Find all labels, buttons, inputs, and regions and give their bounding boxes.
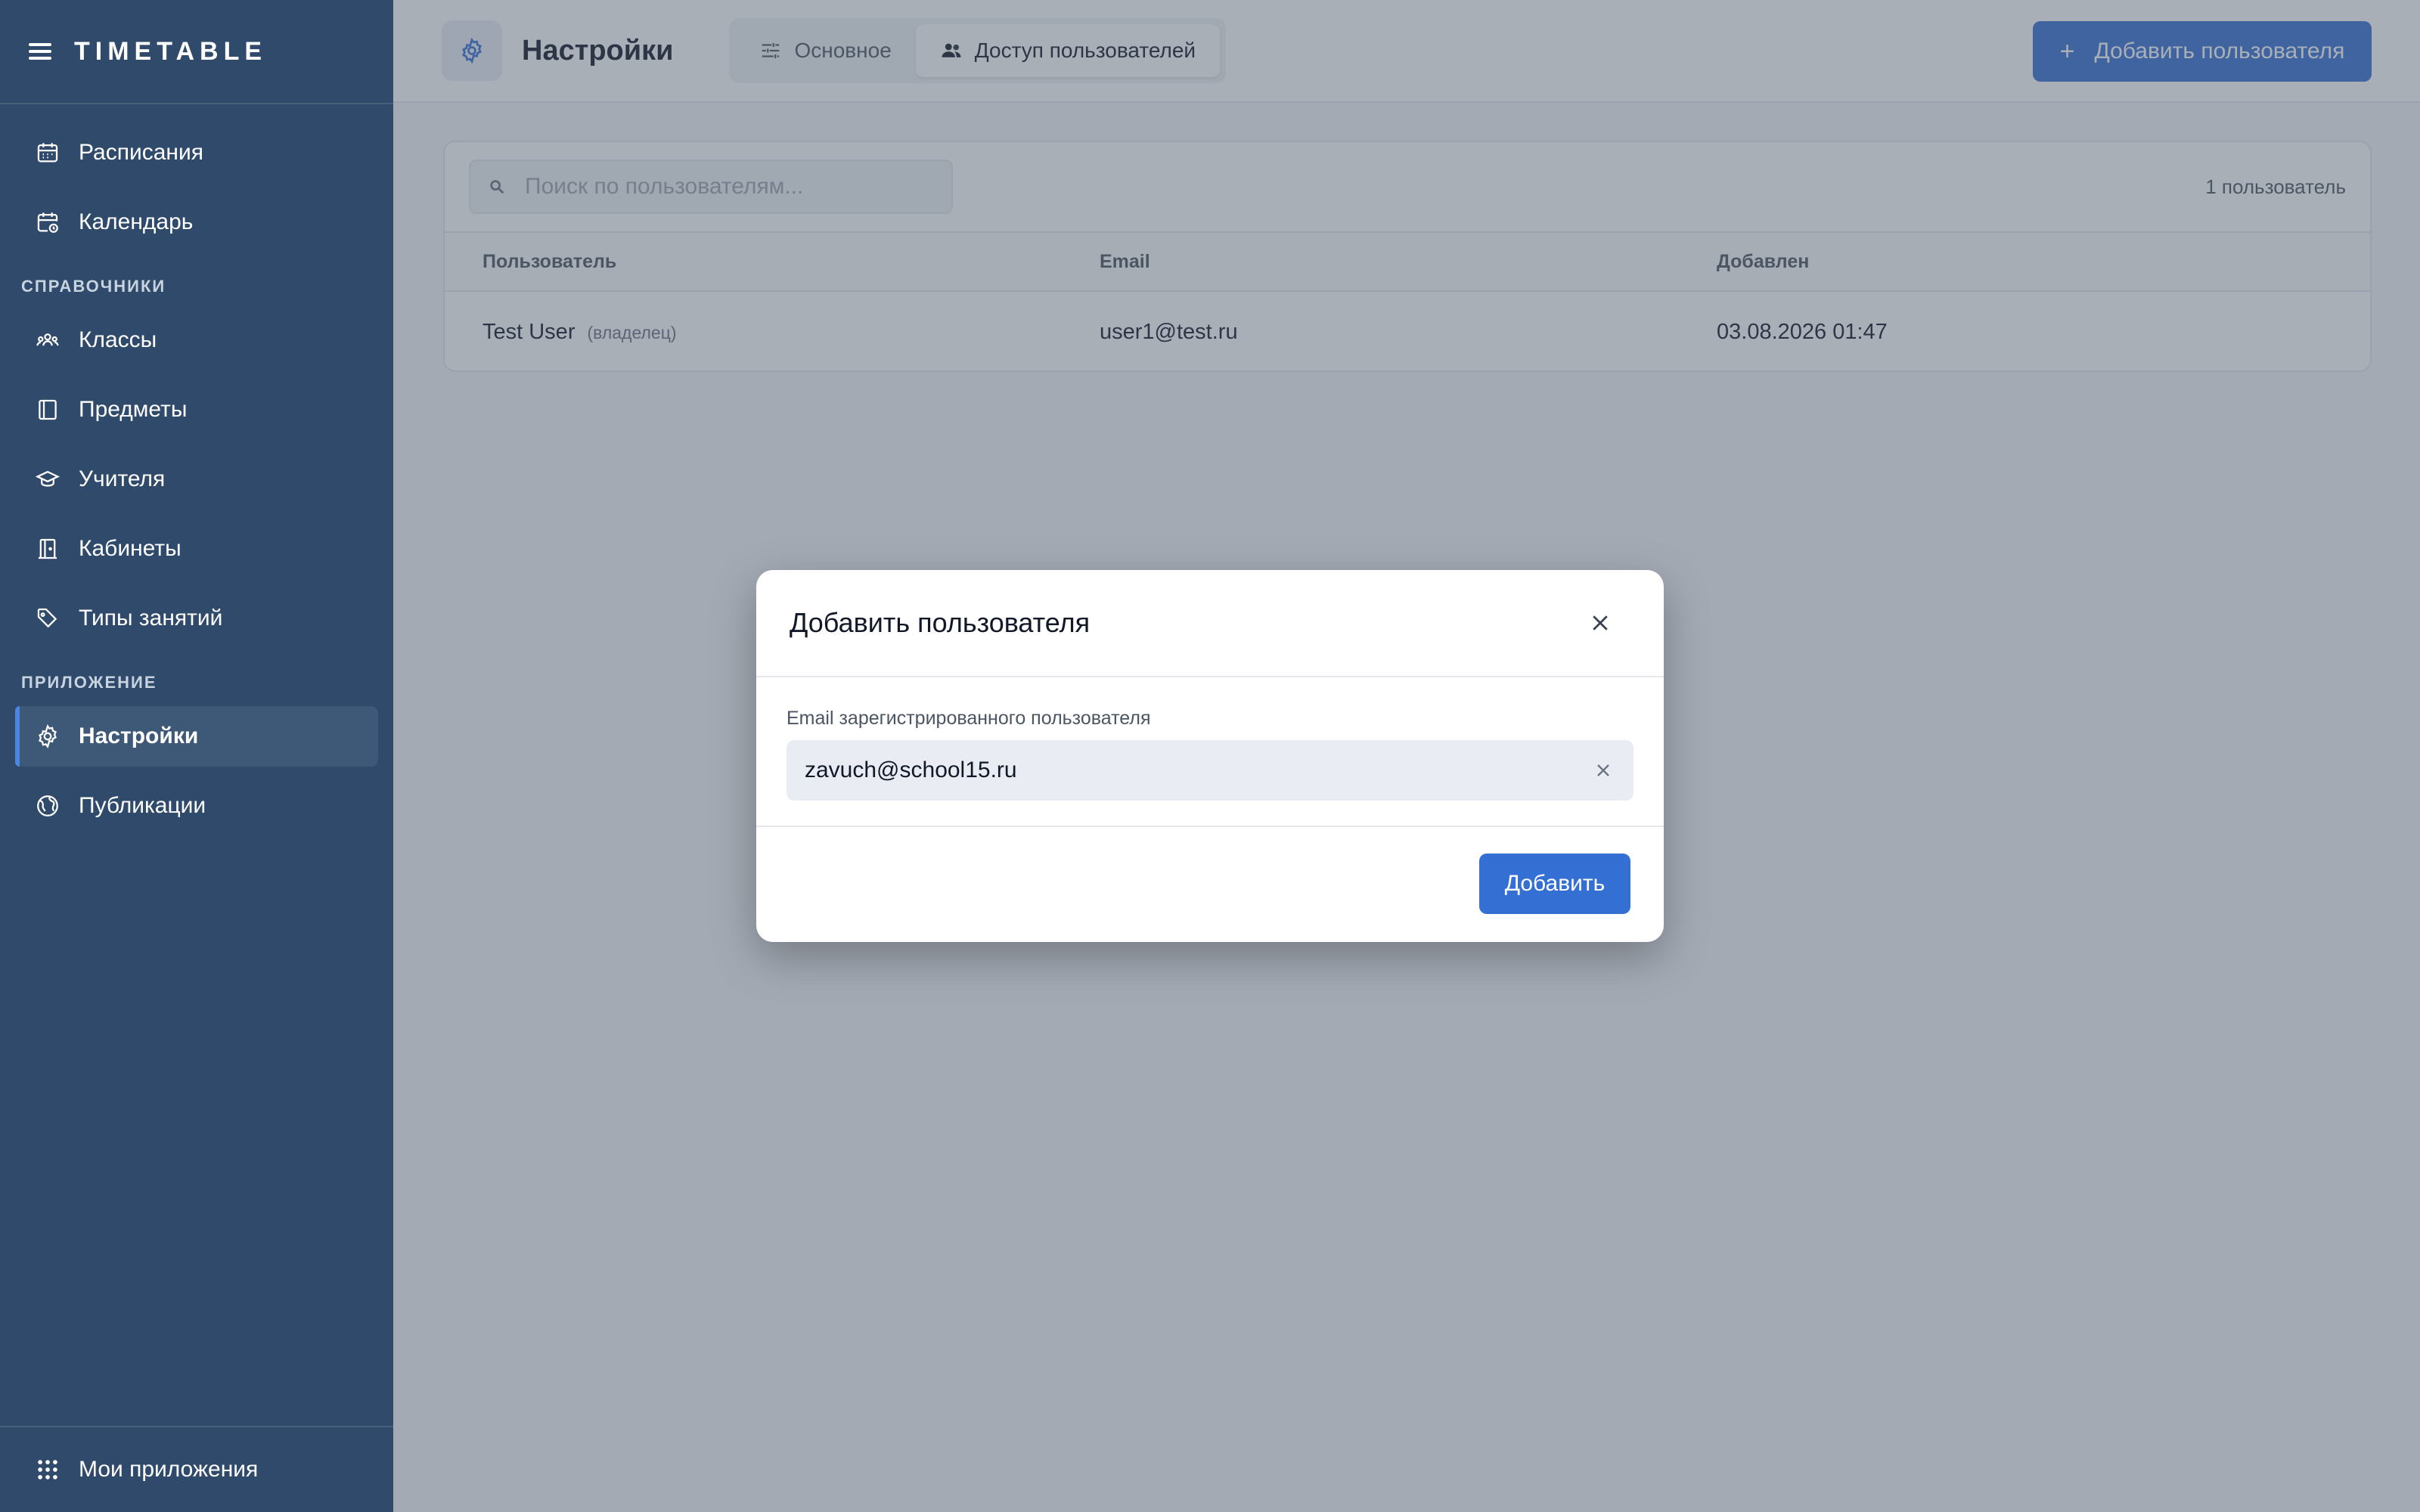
sidebar-item-label: Учителя	[79, 466, 166, 491]
sidebar-item-label: Мои приложения	[79, 1457, 259, 1482]
close-icon	[1593, 615, 1608, 631]
sidebar-item-label: Типы занятий	[79, 606, 223, 631]
sidebar-item-label: Кабинеты	[79, 536, 182, 561]
sidebar-item-classes[interactable]: Классы	[15, 310, 378, 370]
sidebar-item-subjects[interactable]: Предметы	[15, 380, 378, 440]
sidebar: TIMETABLE Расписания Календарь СПРАВОЧНИ…	[0, 0, 393, 1512]
section-title-application: ПРИЛОЖЕНИЕ	[21, 673, 157, 692]
sidebar-item-label: Классы	[79, 327, 157, 352]
sidebar-item-label: Настройки	[79, 723, 199, 748]
sidebar-item-calendar[interactable]: Календарь	[15, 192, 378, 253]
dialog-title: Добавить пользователя	[790, 607, 1091, 638]
sidebar-item-lesson-types[interactable]: Типы занятий	[15, 588, 378, 649]
graduation-cap-icon	[35, 470, 60, 487]
sidebar-item-label: Публикации	[79, 793, 206, 818]
submit-add-button[interactable]: Добавить	[1479, 854, 1630, 914]
sidebar-item-rooms[interactable]: Кабинеты	[15, 519, 378, 579]
app-logo: TIMETABLE	[74, 36, 268, 66]
calendar-clock-icon	[37, 212, 58, 233]
sidebar-item-label: Расписания	[79, 140, 203, 165]
globe-icon	[37, 795, 58, 816]
sidebar-item-teachers[interactable]: Учителя	[15, 449, 378, 510]
close-button[interactable]	[1584, 606, 1617, 640]
calendar-icon	[37, 143, 58, 163]
book-icon	[39, 399, 57, 420]
add-user-dialog: Добавить пользователя Email зарегистриро…	[756, 570, 1664, 942]
apps-grid-icon	[38, 1460, 57, 1479]
clear-icon[interactable]	[1593, 760, 1614, 781]
section-title-references: СПРАВОЧНИКИ	[21, 277, 166, 296]
sidebar-nav: Расписания Календарь СПРАВОЧНИКИ Классы …	[0, 104, 393, 836]
email-field[interactable]	[786, 740, 1634, 801]
email-field-label: Email зарегистрированного пользователя	[786, 708, 1151, 729]
group-icon	[36, 333, 59, 346]
dialog-body: Email зарегистрированного пользователя	[756, 677, 1664, 827]
sidebar-item-settings[interactable]: Настройки	[15, 706, 378, 767]
dialog-footer: Добавить	[756, 827, 1664, 940]
sidebar-item-label: Календарь	[79, 209, 194, 234]
sidebar-item-my-apps[interactable]: Мои приложения	[0, 1426, 393, 1512]
email-field-wrapper	[786, 740, 1634, 801]
sidebar-item-label: Предметы	[79, 397, 188, 422]
door-icon	[38, 538, 57, 559]
gear-icon	[39, 724, 57, 748]
hamburger-menu-icon[interactable]	[27, 39, 53, 64]
brand: TIMETABLE	[0, 0, 393, 104]
dialog-header: Добавить пользователя	[756, 570, 1664, 677]
sidebar-item-publications[interactable]: Публикации	[15, 776, 378, 836]
sidebar-item-schedules[interactable]: Расписания	[15, 122, 378, 183]
tag-icon	[37, 608, 57, 628]
